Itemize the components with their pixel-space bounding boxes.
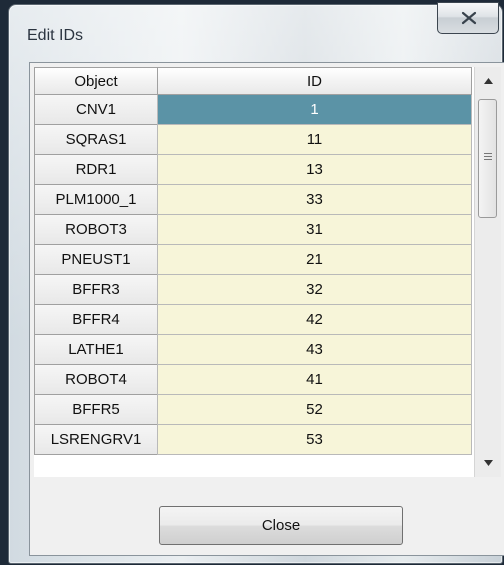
vertical-scrollbar[interactable] [474, 67, 501, 477]
edit-ids-window: Edit IDs Object ID CNV1 1 SQRAS1 11 RDR1 13 PL… [8, 2, 504, 564]
id-cell[interactable]: 33 [157, 185, 472, 215]
table-row[interactable]: BFFR4 42 [34, 305, 472, 335]
object-cell[interactable]: BFFR3 [34, 275, 158, 305]
id-cell[interactable]: 53 [157, 425, 472, 455]
table-row[interactable]: RDR1 13 [34, 155, 472, 185]
object-cell[interactable]: LSRENGRV1 [34, 425, 158, 455]
id-cell[interactable]: 43 [157, 335, 472, 365]
table-row[interactable]: PLM1000_1 33 [34, 185, 472, 215]
scroll-down-button[interactable] [475, 450, 501, 476]
object-cell[interactable]: BFFR5 [34, 395, 158, 425]
table-row[interactable]: PNEUST1 21 [34, 245, 472, 275]
table-row[interactable]: LATHE1 43 [34, 335, 472, 365]
arrow-up-icon [483, 78, 493, 84]
column-header-id[interactable]: ID [157, 67, 472, 95]
id-cell[interactable]: 32 [157, 275, 472, 305]
column-header-object[interactable]: Object [34, 67, 158, 95]
object-cell[interactable]: PNEUST1 [34, 245, 158, 275]
scrollbar-thumb[interactable] [478, 99, 497, 218]
id-cell[interactable]: 1 [157, 95, 472, 125]
table-row[interactable]: ROBOT4 41 [34, 365, 472, 395]
window-close-button[interactable] [437, 2, 499, 34]
table-row[interactable]: BFFR3 32 [34, 275, 472, 305]
object-cell[interactable]: ROBOT4 [34, 365, 158, 395]
ids-grid: Object ID CNV1 1 SQRAS1 11 RDR1 13 PLM1000_1 33… [34, 67, 501, 477]
dialog-client-area: Object ID CNV1 1 SQRAS1 11 RDR1 13 PLM1000_1 33… [29, 62, 504, 556]
object-cell[interactable]: PLM1000_1 [34, 185, 158, 215]
scroll-up-button[interactable] [475, 68, 501, 94]
id-cell[interactable]: 31 [157, 215, 472, 245]
object-cell[interactable]: LATHE1 [34, 335, 158, 365]
id-cell[interactable]: 41 [157, 365, 472, 395]
id-cell[interactable]: 11 [157, 125, 472, 155]
arrow-down-icon [483, 460, 493, 466]
table-row[interactable]: CNV1 1 [34, 95, 472, 125]
id-cell[interactable]: 52 [157, 395, 472, 425]
grip-icon [484, 153, 492, 162]
close-button[interactable]: Close [159, 506, 403, 545]
object-cell[interactable]: BFFR4 [34, 305, 158, 335]
id-cell[interactable]: 42 [157, 305, 472, 335]
id-cell[interactable]: 21 [157, 245, 472, 275]
id-cell[interactable]: 13 [157, 155, 472, 185]
object-cell[interactable]: CNV1 [34, 95, 158, 125]
window-title: Edit IDs [27, 27, 84, 44]
close-icon [461, 11, 477, 25]
object-cell[interactable]: SQRAS1 [34, 125, 158, 155]
table-row[interactable]: BFFR5 52 [34, 395, 472, 425]
object-cell[interactable]: RDR1 [34, 155, 158, 185]
table-row[interactable]: SQRAS1 11 [34, 125, 472, 155]
table-row[interactable]: ROBOT3 31 [34, 215, 472, 245]
object-cell[interactable]: ROBOT3 [34, 215, 158, 245]
table-row[interactable]: LSRENGRV1 53 [34, 425, 472, 455]
